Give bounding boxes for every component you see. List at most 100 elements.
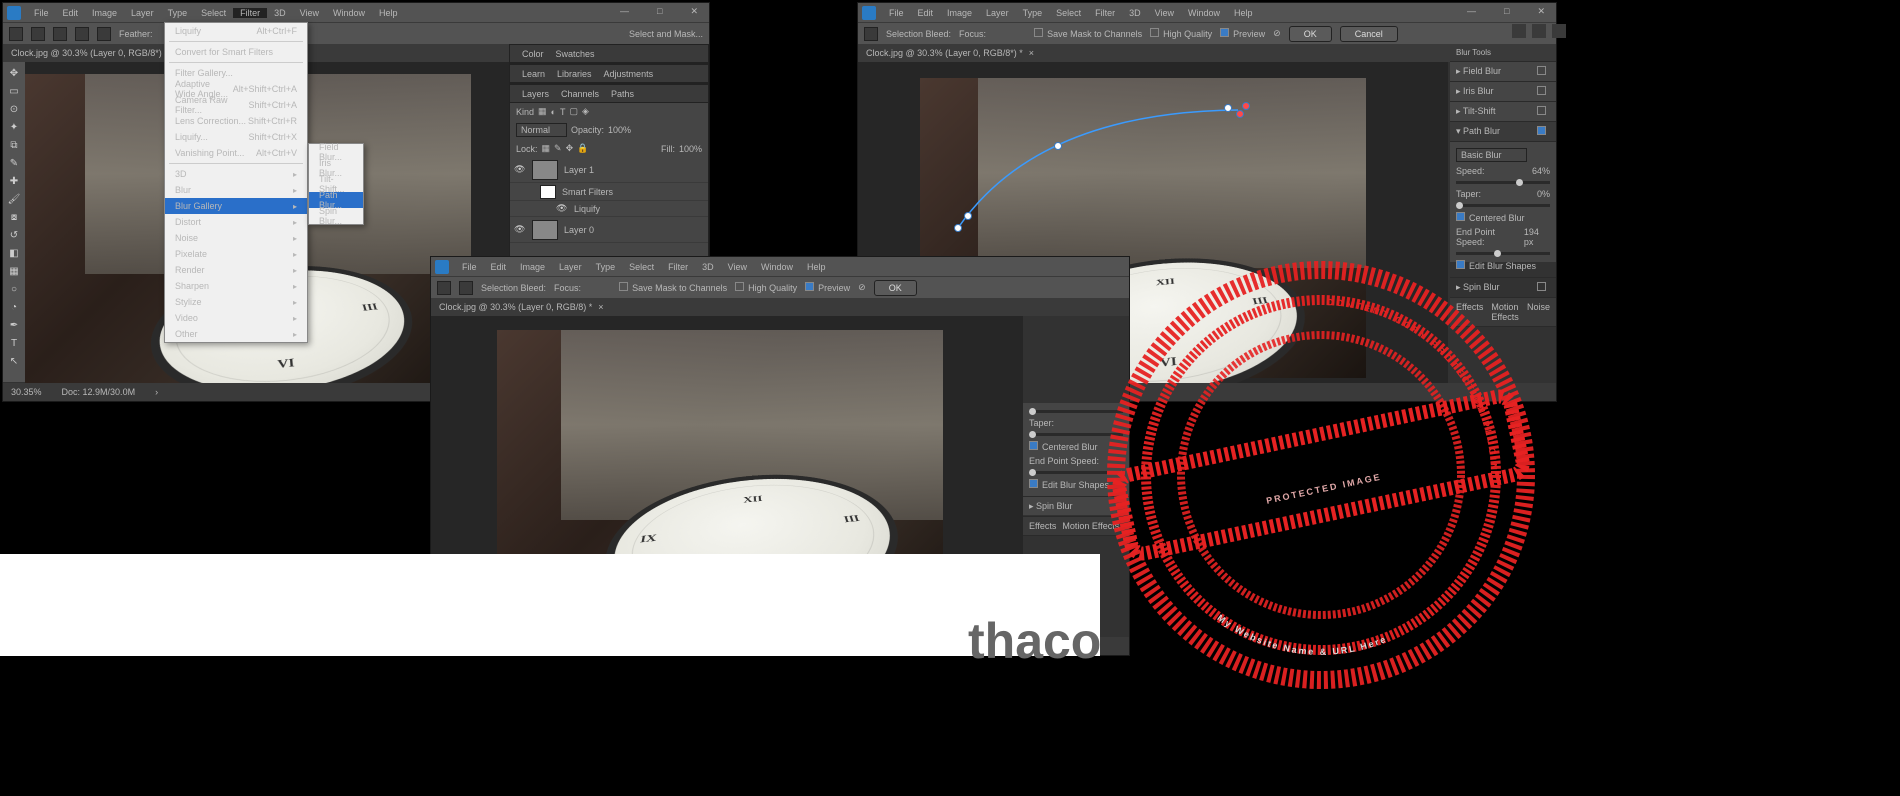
menu-filter[interactable]: Filter [661,262,695,272]
path-tool-icon[interactable]: ↖ [4,352,24,370]
submenu-spin-blur[interactable]: Spin Blur... [309,208,363,224]
menu-item-blur-gallery[interactable]: Blur Gallery▸ [165,198,307,214]
menu-item-stylize[interactable]: Stylize▸ [165,294,307,310]
visibility-icon[interactable]: 👁 [556,203,568,215]
lock-pos-icon[interactable]: ✥ [566,143,574,154]
menu-item-raw[interactable]: Camera Raw Filter...Shift+Ctrl+A [165,97,307,113]
eyedropper-tool-icon[interactable]: ✎ [4,154,24,172]
field-blur-checkbox[interactable] [1537,66,1546,75]
minimize-icon[interactable]: — [1460,6,1483,17]
slider[interactable] [1029,471,1123,474]
search-icon[interactable] [1512,24,1526,38]
gradient-tool-icon[interactable]: ▦ [4,262,24,280]
blend-mode-select[interactable]: Normal [516,123,567,137]
menu-item-pixelate[interactable]: Pixelate▸ [165,246,307,262]
stamp-tool-icon[interactable]: ⧇ [4,208,24,226]
centered-checkbox[interactable] [1456,212,1465,221]
layer-row-liquify[interactable]: 👁 Liquify [510,201,708,217]
menu-window[interactable]: Window [1181,8,1227,18]
menu-item-distort[interactable]: Distort▸ [165,214,307,230]
menu-item-lens[interactable]: Lens Correction...Shift+Ctrl+R [165,113,307,129]
path-point[interactable] [1236,110,1244,118]
color-tab[interactable]: Color [516,49,550,59]
maximize-icon[interactable]: □ [650,6,669,17]
adjustments-tab[interactable]: Adjustments [598,69,660,79]
dodge-tool-icon[interactable]: ◔ [4,298,24,316]
layers-tab[interactable]: Layers [516,89,555,99]
menu-help[interactable]: Help [1227,8,1260,18]
filter-adj-icon[interactable]: ◐ [551,107,556,117]
sel-int-icon[interactable] [97,27,111,41]
chevron-right-icon[interactable]: ▸ [1029,501,1036,511]
menu-3d[interactable]: 3D [1122,8,1148,18]
filter-pixel-icon[interactable]: ▦ [538,106,547,117]
speed-value[interactable]: 64% [1532,166,1550,176]
tool-preset-icon[interactable] [9,27,23,41]
centered-checkbox[interactable] [1029,441,1038,450]
field-blur-item[interactable]: Field Blur [1463,66,1501,76]
noise-tab[interactable]: Noise [1527,302,1550,322]
motion-tab[interactable]: Motion Effects [1062,521,1119,531]
history-tool-icon[interactable]: ↺ [4,226,24,244]
layer-row-smartfilters[interactable]: Smart Filters [510,183,708,201]
menu-image[interactable]: Image [940,8,979,18]
close-icon[interactable]: ✕ [1530,6,1552,17]
preview-checkbox[interactable] [1220,28,1229,37]
pen-tool-icon[interactable]: ✒ [4,316,24,334]
channels-tab[interactable]: Channels [555,89,605,99]
menu-select[interactable]: Select [194,8,233,18]
taper-value[interactable]: 0% [1537,189,1550,199]
blur-tool-icon[interactable]: ○ [4,280,24,298]
filter-type-icon[interactable]: T [560,107,566,117]
sel-add-icon[interactable] [53,27,67,41]
speed-slider[interactable]: .slider::after{left:var(--pos,0)} [1456,181,1550,184]
learn-tab[interactable]: Learn [516,69,551,79]
path-point[interactable] [1054,142,1062,150]
menu-3d[interactable]: 3D [695,262,721,272]
menu-item-convert[interactable]: Convert for Smart Filters [165,44,307,60]
menu-select[interactable]: Select [1049,8,1088,18]
menu-image[interactable]: Image [513,262,552,272]
filter-shape-icon[interactable]: ▢ [569,106,578,117]
menu-type[interactable]: Type [589,262,623,272]
basic-blur-select[interactable]: Basic Blur [1456,148,1527,162]
maximize-icon[interactable]: □ [1497,6,1516,17]
brush-tool-icon[interactable]: 🖌 [4,190,24,208]
menu-window[interactable]: Window [326,8,372,18]
menu-view[interactable]: View [1148,8,1181,18]
save-mask-checkbox[interactable] [1034,28,1043,37]
wand-tool-icon[interactable]: ✦ [4,118,24,136]
save-mask-checkbox[interactable] [619,282,628,291]
close-icon[interactable]: ✕ [683,6,705,17]
effects-tab[interactable]: Effects [1029,521,1056,531]
crop-tool-icon[interactable]: ⧉ [4,136,24,154]
chevron-right-icon[interactable]: ▸ [1456,86,1463,96]
cancel-button[interactable]: Cancel [1340,26,1398,42]
menu-layer[interactable]: Layer [979,8,1016,18]
menu-3d[interactable]: 3D [267,8,293,18]
iris-blur-checkbox[interactable] [1537,86,1546,95]
menu-item-liquify[interactable]: Liquify...Shift+Ctrl+X [165,129,307,145]
lock-pixel-icon[interactable]: ✎ [554,143,562,154]
hq-checkbox[interactable] [1150,28,1159,37]
fill-value[interactable]: 100% [679,144,702,154]
menu-layer[interactable]: Layer [552,262,589,272]
menu-view[interactable]: View [721,262,754,272]
menu-item-3d[interactable]: 3D▸ [165,166,307,182]
menu-file[interactable]: File [882,8,911,18]
filter-smart-icon[interactable]: ◈ [582,106,589,117]
ok-button[interactable]: OK [1289,26,1332,42]
paths-tab[interactable]: Paths [605,89,640,99]
menu-edit[interactable]: Edit [484,262,514,272]
menu-file[interactable]: File [27,8,56,18]
menu-type[interactable]: Type [1016,8,1050,18]
menu-item-sharpen[interactable]: Sharpen▸ [165,278,307,294]
endpoint-slider[interactable] [1456,252,1550,255]
swatches-tab[interactable]: Swatches [550,49,601,59]
effects-tab[interactable]: Effects [1456,302,1483,322]
edit-shapes-checkbox[interactable] [1029,479,1038,488]
share-icon[interactable] [1532,24,1546,38]
path-point[interactable] [1242,102,1250,110]
sel-sub-icon[interactable] [75,27,89,41]
iris-blur-item[interactable]: Iris Blur [1463,86,1494,96]
